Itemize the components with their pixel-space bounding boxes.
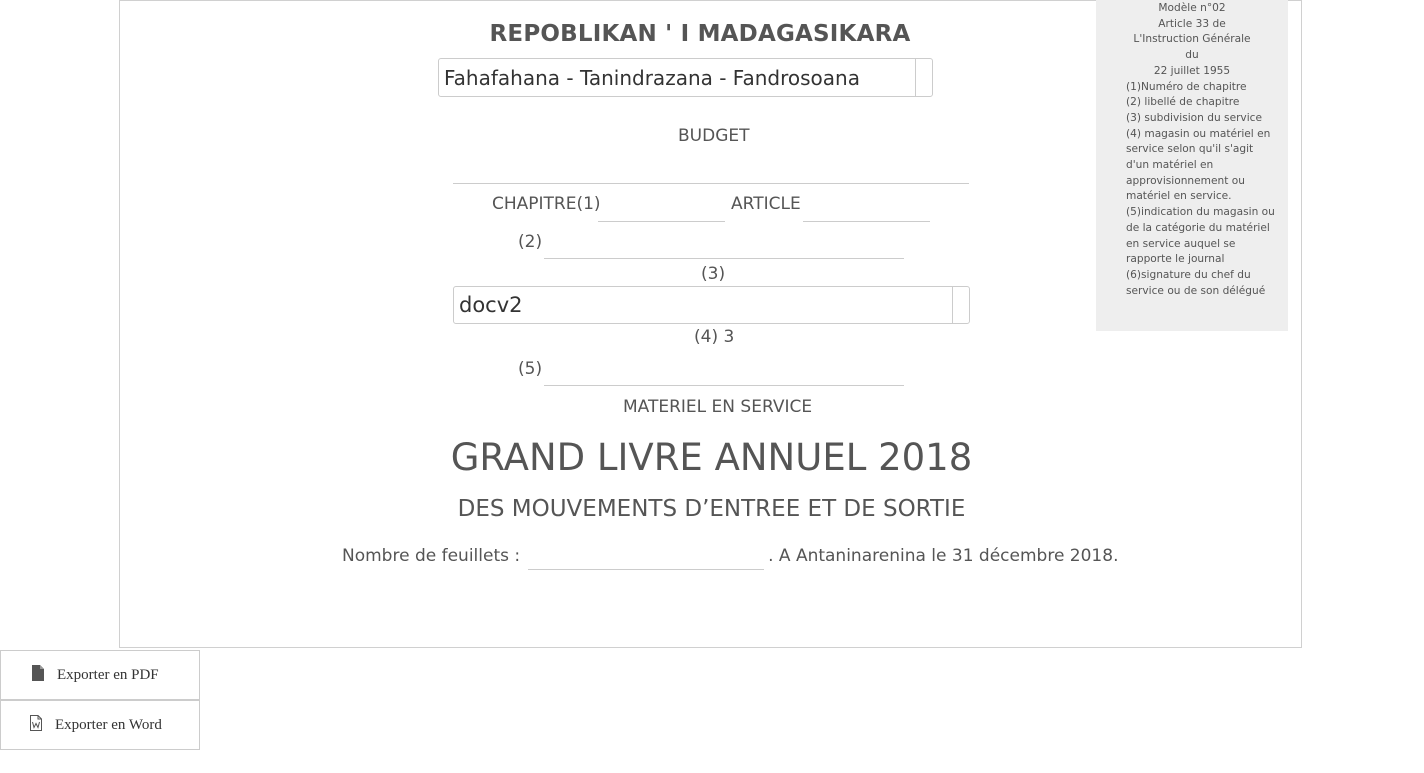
service-select[interactable]: docv2 xyxy=(453,286,970,324)
sub-title: DES MOUVEMENTS D’ENTREE ET DE SORTIE xyxy=(457,496,966,522)
footer-line: Nombre de feuillets : . A Antaninarenina… xyxy=(342,541,1118,570)
export-pdf-button[interactable]: Exporter en PDF xyxy=(0,650,200,700)
main-title: GRAND LIVRE ANNUEL 2018 xyxy=(450,436,973,479)
service-select-value: docv2 xyxy=(459,293,523,317)
place-date: . A Antaninarenina le 31 décembre 2018. xyxy=(768,545,1119,566)
select-caret[interactable] xyxy=(952,287,969,323)
file-icon xyxy=(31,664,45,686)
feuillets-field[interactable] xyxy=(528,541,765,570)
motto-select[interactable]: Fahafahana - Tanindrazana - Fandrosoana xyxy=(438,58,933,97)
select-caret[interactable] xyxy=(915,59,932,96)
export-pdf-label: Exporter en PDF xyxy=(57,666,159,683)
label-2: (2) xyxy=(518,232,543,252)
note-item: (2) libellé de chapitre xyxy=(1126,96,1240,109)
reference-notes: Modèle n°02 Article 33 de L'Instruction Gé… xyxy=(1096,0,1288,331)
note-header-line: 22 juillet 1955 xyxy=(1153,64,1231,77)
budget-field[interactable] xyxy=(453,183,969,184)
note-item: (4) magasin ou matériel en service selon… xyxy=(1126,127,1271,203)
feuillets-label: Nombre de feuillets : xyxy=(342,545,521,566)
article-field[interactable] xyxy=(803,221,930,222)
label-5: (5) xyxy=(518,359,543,379)
motto-select-value: Fahafahana - Tanindrazana - Fandrosoana xyxy=(444,65,860,90)
libelle-chapitre-field[interactable] xyxy=(544,258,904,259)
chapitre-label: CHAPITRE(1) xyxy=(492,194,601,214)
chapitre-field[interactable] xyxy=(598,221,725,222)
note-item: (6)signature du chef du service ou de so… xyxy=(1126,268,1266,297)
budget-label: BUDGET xyxy=(678,126,750,146)
materiel-label: MATERIEL EN SERVICE xyxy=(623,397,813,417)
magasin-field[interactable] xyxy=(544,385,904,386)
note-item: (5)indication du magasin ou de la catégo… xyxy=(1126,206,1275,266)
note-item: (3) subdivision du service xyxy=(1126,111,1262,124)
word-file-icon xyxy=(29,714,43,736)
export-word-button[interactable]: Exporter en Word xyxy=(0,700,200,750)
label-4: (4) 3 xyxy=(694,327,735,347)
export-word-label: Exporter en Word xyxy=(55,716,162,733)
note-header-line: Article 33 de xyxy=(1158,17,1226,30)
article-label: ARTICLE xyxy=(731,194,801,214)
label-3: (3) xyxy=(701,264,726,284)
note-header-line: L'Instruction Générale xyxy=(1133,33,1251,46)
note-header-line: Modèle n°02 xyxy=(1158,2,1226,14)
note-header-line: du xyxy=(1185,49,1199,62)
note-item: (1)Numéro de chapitre xyxy=(1126,80,1247,93)
